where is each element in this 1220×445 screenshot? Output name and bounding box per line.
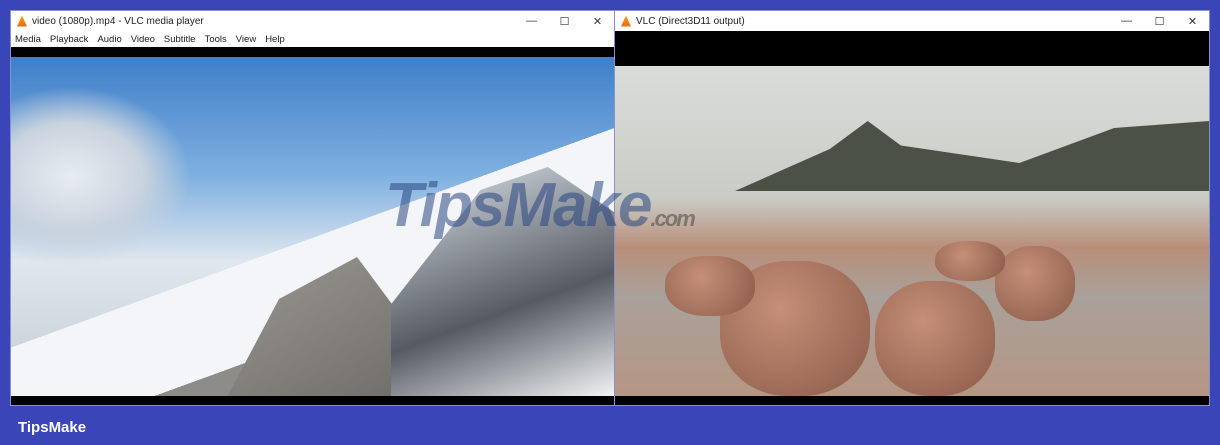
menu-audio[interactable]: Audio <box>97 34 121 45</box>
footer-brand: TipsMake <box>18 419 87 436</box>
title-bar: video (1080p).mp4 - VLC media player — ☐… <box>11 11 614 31</box>
maximize-button[interactable]: ☐ <box>1143 15 1176 28</box>
maximize-button[interactable]: ☐ <box>548 15 581 28</box>
menu-media[interactable]: Media <box>15 34 41 45</box>
watermark: TipsMake.com <box>385 171 696 240</box>
boulder <box>935 241 1005 281</box>
boulder <box>875 281 995 396</box>
menu-tools[interactable]: Tools <box>205 34 227 45</box>
close-button[interactable]: ✕ <box>581 15 614 28</box>
title-bar: VLC (Direct3D11 output) — ☐ ✕ <box>615 11 1209 31</box>
window-title: VLC (Direct3D11 output) <box>636 15 745 27</box>
menu-view[interactable]: View <box>236 34 256 45</box>
menu-playback[interactable]: Playback <box>50 34 89 45</box>
menu-video[interactable]: Video <box>131 34 155 45</box>
vlc-window-output: VLC (Direct3D11 output) — ☐ ✕ <box>614 10 1210 406</box>
minimize-button[interactable]: — <box>515 15 548 27</box>
boulder <box>665 256 755 316</box>
vlc-cone-icon <box>621 15 631 27</box>
menu-help[interactable]: Help <box>265 34 285 45</box>
hills <box>735 121 1209 191</box>
vlc-cone-icon <box>17 15 27 27</box>
menu-bar: Media Playback Audio Video Subtitle Tool… <box>11 31 614 47</box>
boulder <box>995 246 1075 321</box>
window-title: video (1080p).mp4 - VLC media player <box>32 15 204 27</box>
menu-subtitle[interactable]: Subtitle <box>164 34 196 45</box>
video-frame-coast[interactable] <box>615 66 1209 396</box>
close-button[interactable]: ✕ <box>1176 15 1209 28</box>
minimize-button[interactable]: — <box>1110 15 1143 27</box>
